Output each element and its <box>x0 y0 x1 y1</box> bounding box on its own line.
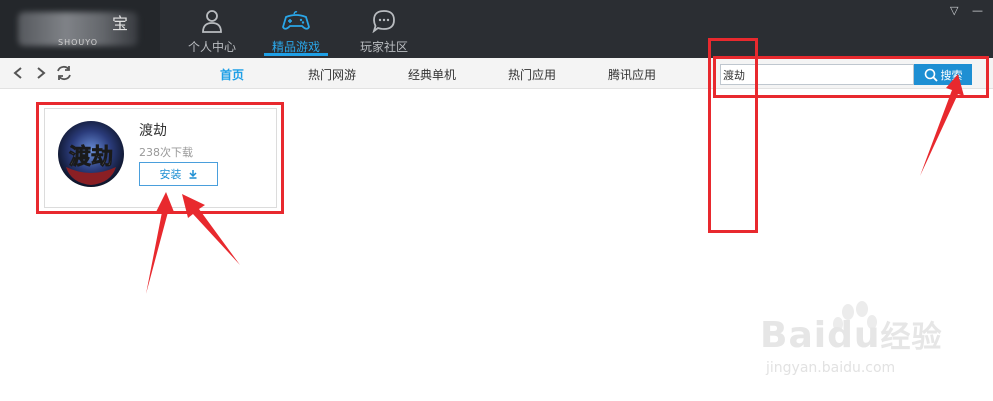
title-bar: 宝 SHOUYO 个人中心 精品游戏 玩家社区 ▽ — <box>0 0 993 58</box>
window-menu-button[interactable]: ▽ <box>950 4 958 17</box>
tab-featured-games[interactable]: 精品游戏 <box>256 0 336 58</box>
category-tencent-apps[interactable]: 腾讯应用 <box>608 66 656 83</box>
watermark-url: jingyan.baidu.com <box>766 360 896 376</box>
tab-label: 玩家社区 <box>359 40 408 54</box>
forward-arrow-icon[interactable] <box>32 63 50 83</box>
annotation-box-result <box>36 102 284 214</box>
category-hot-apps[interactable]: 热门应用 <box>508 66 556 83</box>
logo-char: 宝 <box>112 14 129 33</box>
tab-personal-center[interactable]: 个人中心 <box>172 0 252 58</box>
tab-label: 个人中心 <box>187 40 236 54</box>
tab-player-community[interactable]: 玩家社区 <box>344 0 424 58</box>
watermark-brand: Baidu经验 <box>760 315 943 356</box>
active-tab-indicator <box>264 53 328 56</box>
annotation-box-search <box>713 56 989 98</box>
category-hot-online-games[interactable]: 热门网游 <box>308 66 356 83</box>
app-logo: 宝 SHOUYO <box>0 0 160 58</box>
category-classic-single-player[interactable]: 经典单机 <box>408 66 456 83</box>
minimize-button[interactable]: — <box>972 4 983 17</box>
chat-bubble-icon <box>372 10 395 33</box>
person-icon <box>202 10 222 33</box>
refresh-icon[interactable] <box>55 63 73 83</box>
back-arrow-icon[interactable] <box>9 63 27 83</box>
logo-subtitle: SHOUYO <box>58 38 98 47</box>
gamepad-icon <box>282 11 310 30</box>
category-home[interactable]: 首页 <box>220 66 244 83</box>
